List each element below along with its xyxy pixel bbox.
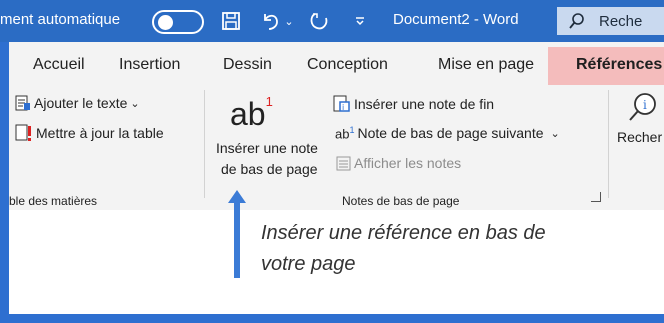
ribbon-tabs: Accueil Insertion Dessin Conception Mise…: [9, 42, 664, 90]
tab-insertion[interactable]: Insertion: [119, 56, 180, 74]
group-separator: [204, 90, 205, 198]
add-text-button[interactable]: Ajouter le texte ⌄: [15, 95, 140, 111]
redo-icon[interactable]: [306, 7, 332, 35]
undo-icon[interactable]: [257, 7, 283, 35]
insert-footnote-line2: de bas de page: [221, 161, 318, 177]
research-label: Recher: [617, 129, 663, 145]
tab-references-label: Références: [576, 56, 663, 73]
ribbon: Accueil Insertion Dessin Conception Mise…: [9, 42, 664, 210]
annotation-line-1: Insérer une référence en bas de: [261, 222, 546, 244]
next-footnote-label: Note de bas de page suivante: [357, 125, 544, 142]
show-notes-icon: [336, 156, 351, 170]
document-title: Document2 - Word: [393, 11, 519, 28]
add-text-icon: [15, 95, 30, 111]
chevron-down-icon: ⌄: [550, 127, 560, 140]
search-icon: [569, 13, 584, 29]
research-button[interactable]: i Recher: [613, 92, 664, 152]
group-separator: [608, 90, 609, 198]
update-table-button[interactable]: Mettre à jour la table: [15, 124, 164, 142]
search-text: Reche: [599, 12, 643, 30]
endnote-icon: i: [333, 95, 350, 112]
svg-text:i: i: [643, 98, 647, 112]
title-bar: ment automatique ⌄ Document2 - Word Rech…: [0, 0, 664, 42]
tab-accueil[interactable]: Accueil: [33, 56, 85, 74]
tab-conception[interactable]: Conception: [307, 56, 388, 74]
add-text-label: Ajouter le texte: [34, 95, 128, 111]
insert-endnote-button[interactable]: i Insérer une note de fin: [333, 95, 494, 113]
toggle-knob: [158, 15, 173, 30]
smart-lookup-icon: i: [629, 93, 656, 121]
save-icon[interactable]: [218, 7, 244, 35]
tab-dessin[interactable]: Dessin: [223, 56, 272, 74]
next-footnote-icon: ab1: [335, 125, 355, 142]
annotation-text: Insérer une référence en bas de votre pa…: [261, 218, 621, 280]
insert-endnote-label: Insérer une note de fin: [354, 96, 495, 112]
tab-mise-en-page[interactable]: Mise en page: [438, 56, 534, 74]
annotation-line-2: votre page: [261, 253, 356, 275]
arrow-up-icon: [228, 190, 246, 278]
insert-footnote-line1: Insérer une note: [216, 140, 318, 156]
footnotes-group-label: Notes de bas de page: [342, 194, 460, 208]
customize-toolbar-icon[interactable]: [352, 7, 368, 35]
show-notes-button[interactable]: Afficher les notes: [336, 155, 461, 171]
search-box[interactable]: Reche: [557, 7, 664, 35]
insert-footnote-button[interactable]: ab1 Insérer une note de bas de page: [212, 88, 330, 180]
next-footnote-button[interactable]: ab1 Note de bas de page suivante ⌄: [335, 125, 560, 141]
toc-group-label: ble des matières: [9, 194, 98, 208]
autosave-toggle[interactable]: [152, 10, 204, 34]
show-notes-label: Afficher les notes: [354, 155, 462, 171]
undo-dropdown-icon[interactable]: ⌄: [283, 7, 295, 35]
svg-text:i: i: [342, 103, 344, 112]
word-window: ment automatique ⌄ Document2 - Word Rech…: [0, 0, 664, 323]
chevron-down-icon: ⌄: [130, 97, 140, 110]
update-table-icon: [15, 124, 31, 141]
dialog-launcher-icon[interactable]: [591, 192, 601, 202]
window-border: [0, 314, 664, 323]
footnote-icon: ab1: [230, 94, 273, 132]
autosave-label: ment automatique: [0, 11, 121, 28]
update-table-label: Mettre à jour la table: [36, 125, 164, 141]
tab-references[interactable]: Références: [548, 47, 664, 85]
